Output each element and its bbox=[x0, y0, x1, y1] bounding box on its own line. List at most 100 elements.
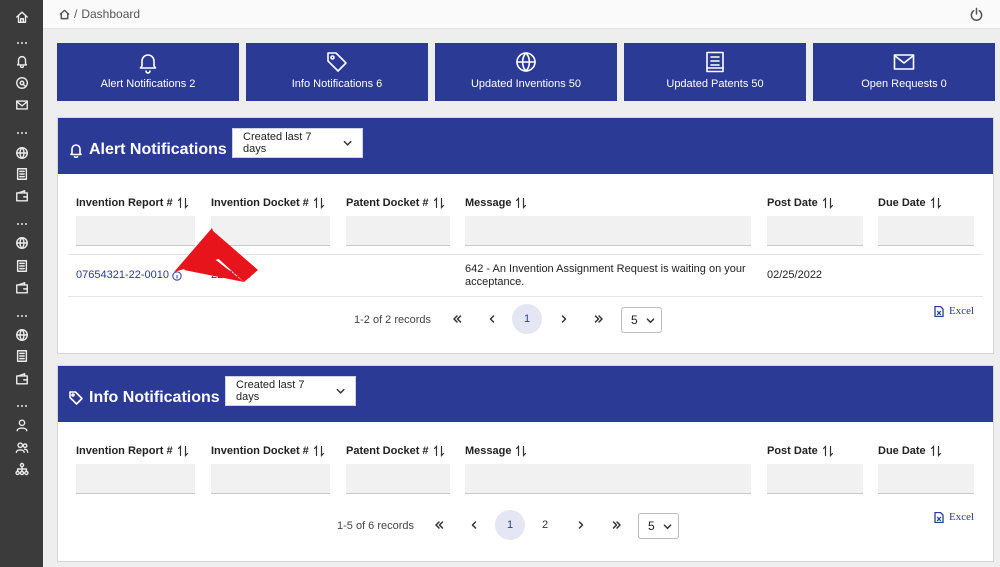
invention-report-link[interactable]: 07654321-22-0010 bbox=[76, 269, 169, 282]
chevron-right-icon bbox=[578, 521, 584, 529]
first-page-button[interactable] bbox=[424, 510, 454, 540]
panel-header: Alert Notifications Created last 7 days bbox=[58, 118, 993, 174]
next-page-button[interactable] bbox=[566, 510, 596, 540]
column-header-message[interactable]: Message bbox=[465, 197, 527, 209]
column-header-due-date[interactable]: Due Date bbox=[878, 197, 942, 209]
mail-icon[interactable] bbox=[0, 95, 43, 115]
page-size-select[interactable]: 5 bbox=[621, 307, 662, 333]
more-dots-icon[interactable] bbox=[0, 39, 43, 47]
chat-search-icon[interactable] bbox=[0, 73, 43, 93]
power-icon[interactable] bbox=[969, 7, 984, 22]
info-icon[interactable] bbox=[172, 270, 182, 281]
sort-icon[interactable] bbox=[822, 445, 834, 457]
sort-icon[interactable] bbox=[177, 197, 189, 209]
page-size-select[interactable]: 5 bbox=[638, 513, 679, 539]
sort-icon[interactable] bbox=[930, 197, 942, 209]
column-header-patent-docket[interactable]: Patent Docket # bbox=[346, 197, 445, 209]
tile-label: Alert Notifications 2 bbox=[100, 78, 196, 90]
wallet-icon[interactable] bbox=[0, 278, 43, 298]
org-chart-icon[interactable] bbox=[0, 459, 43, 479]
sort-icon[interactable] bbox=[313, 445, 325, 457]
post-date-filter-input[interactable] bbox=[767, 464, 863, 494]
globe-icon[interactable] bbox=[0, 325, 43, 345]
double-chevron-left-icon bbox=[435, 521, 444, 529]
prev-page-button[interactable] bbox=[459, 510, 489, 540]
tile-open-requests[interactable]: Open Requests 0 bbox=[813, 43, 995, 101]
excel-export-button[interactable]: Excel bbox=[934, 511, 974, 523]
more-dots-icon[interactable] bbox=[0, 129, 43, 137]
column-header-post-date[interactable]: Post Date bbox=[767, 197, 834, 209]
tile-info-notifications[interactable]: Info Notifications 6 bbox=[246, 43, 428, 101]
records-count: 1-2 of 2 records bbox=[354, 314, 432, 326]
next-page-button[interactable] bbox=[549, 304, 579, 334]
period-dropdown[interactable]: Created last 7 days bbox=[232, 128, 363, 158]
column-header-due-date[interactable]: Due Date bbox=[878, 445, 942, 457]
sort-icon[interactable] bbox=[822, 197, 834, 209]
column-header-invention-docket[interactable]: Invention Docket # bbox=[211, 445, 325, 457]
document-icon[interactable] bbox=[0, 164, 43, 184]
column-header-post-date[interactable]: Post Date bbox=[767, 445, 834, 457]
sort-icon[interactable] bbox=[930, 445, 942, 457]
column-header-invention-report[interactable]: Invention Report # bbox=[76, 445, 189, 457]
panel-title: Info Notifications bbox=[68, 389, 220, 407]
invention-report-filter-input[interactable] bbox=[76, 216, 195, 246]
home-icon[interactable] bbox=[59, 9, 70, 20]
due-date-filter-input[interactable] bbox=[878, 216, 974, 246]
sort-icon[interactable] bbox=[433, 445, 445, 457]
more-dots-icon[interactable] bbox=[0, 312, 43, 320]
document-icon[interactable] bbox=[0, 256, 43, 276]
invention-report-filter-input[interactable] bbox=[76, 464, 195, 494]
tile-updated-patents[interactable]: Updated Patents 50 bbox=[624, 43, 806, 101]
panel-title: Alert Notifications bbox=[68, 141, 227, 159]
message-filter-input[interactable] bbox=[465, 464, 751, 494]
last-page-button[interactable] bbox=[602, 510, 632, 540]
excel-export-button[interactable]: Excel bbox=[934, 305, 974, 317]
breadcrumb-current: Dashboard bbox=[81, 7, 141, 21]
sort-icon[interactable] bbox=[177, 445, 189, 457]
users-icon[interactable] bbox=[0, 437, 43, 457]
sort-icon[interactable] bbox=[515, 445, 527, 457]
due-date-filter-input[interactable] bbox=[878, 464, 974, 494]
wallet-icon[interactable] bbox=[0, 186, 43, 206]
last-page-button[interactable] bbox=[584, 304, 614, 334]
patent-docket-filter-input[interactable] bbox=[346, 216, 450, 246]
sort-icon[interactable] bbox=[515, 197, 527, 209]
column-header-patent-docket[interactable]: Patent Docket # bbox=[346, 445, 445, 457]
more-dots-icon[interactable] bbox=[0, 220, 43, 228]
sort-icon[interactable] bbox=[433, 197, 445, 209]
first-page-button[interactable] bbox=[442, 304, 472, 334]
column-header-message[interactable]: Message bbox=[465, 445, 527, 457]
page-1-button[interactable]: 1 bbox=[495, 510, 525, 540]
table-row: 07654321-22-0010 bbox=[76, 269, 182, 282]
tile-updated-inventions[interactable]: Updated Inventions 50 bbox=[435, 43, 617, 101]
tile-alert-notifications[interactable]: Alert Notifications 2 bbox=[57, 43, 239, 101]
message-line: acceptance. bbox=[465, 276, 525, 288]
home-icon[interactable] bbox=[0, 7, 43, 27]
user-icon[interactable] bbox=[0, 415, 43, 435]
wallet-icon[interactable] bbox=[0, 369, 43, 389]
invention-docket-filter-input[interactable] bbox=[211, 464, 330, 494]
double-chevron-right-icon bbox=[612, 521, 621, 529]
document-icon[interactable] bbox=[0, 346, 43, 366]
column-header-invention-docket[interactable]: Invention Docket # bbox=[211, 197, 325, 209]
message-filter-input[interactable] bbox=[465, 216, 751, 246]
column-header-invention-report[interactable]: Invention Report # bbox=[76, 197, 189, 209]
tag-icon bbox=[327, 52, 347, 72]
prev-page-button[interactable] bbox=[477, 304, 507, 334]
tile-label: Updated Inventions 50 bbox=[470, 78, 582, 90]
sort-icon[interactable] bbox=[313, 197, 325, 209]
page-2-button[interactable]: 2 bbox=[530, 510, 560, 540]
globe-icon[interactable] bbox=[0, 233, 43, 253]
message-cell: 642 - An Invention Assignment Request is… bbox=[465, 263, 755, 289]
invention-docket-filter-input[interactable] bbox=[211, 216, 330, 246]
bell-icon[interactable] bbox=[0, 51, 43, 71]
period-dropdown[interactable]: Created last 7 days bbox=[225, 376, 356, 406]
more-dots-icon[interactable] bbox=[0, 402, 43, 410]
alert-notifications-panel: Alert Notifications Created last 7 days … bbox=[57, 117, 994, 354]
excel-export-label: Excel bbox=[949, 305, 975, 317]
globe-icon[interactable] bbox=[0, 143, 43, 163]
post-date-filter-input[interactable] bbox=[767, 216, 863, 246]
page-1-button[interactable]: 1 bbox=[512, 304, 542, 334]
invention-docket-link[interactable]: 22-0010 bbox=[211, 269, 251, 282]
patent-docket-filter-input[interactable] bbox=[346, 464, 450, 494]
